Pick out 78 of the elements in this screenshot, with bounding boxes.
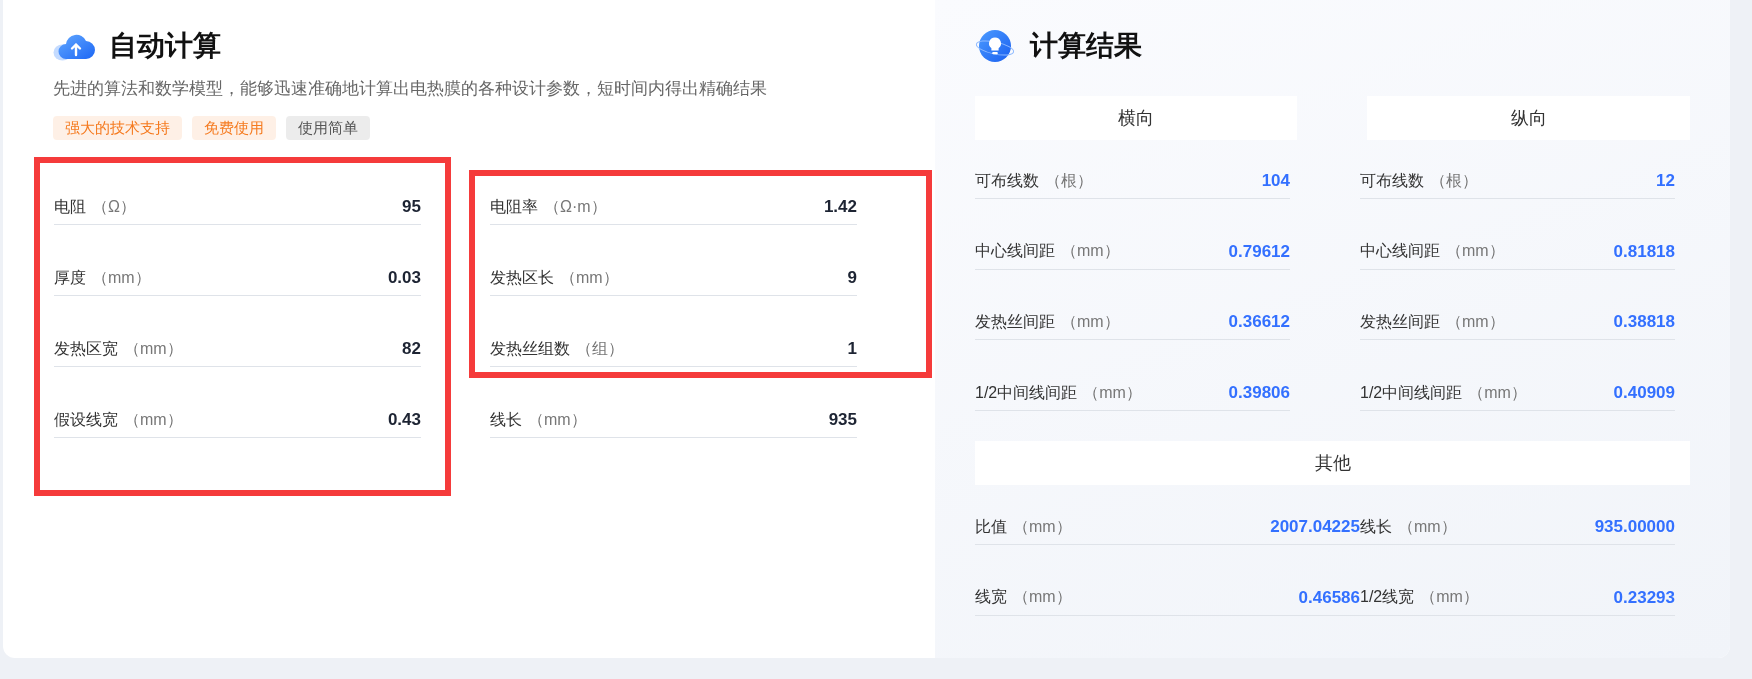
result-label: 可布线数: [1360, 170, 1424, 191]
result-label: 发热丝间距: [1360, 311, 1440, 332]
feature-tag: 强大的技术支持: [53, 116, 182, 140]
unit-label: （Ω·m）: [544, 196, 607, 217]
field-value: 9: [847, 268, 857, 288]
input-field[interactable]: 厚度 （mm） 0.03: [54, 267, 421, 296]
result-label: 可布线数: [975, 170, 1039, 191]
unit-label: （根）: [1430, 170, 1478, 191]
feature-tag: 使用简单: [286, 116, 370, 140]
unit-label: （Ω）: [92, 196, 136, 217]
description-text: 先进的算法和数学模型，能够迅速准确地计算出电热膜的各种设计参数，短时间内得出精确结果: [53, 78, 768, 100]
input-field[interactable]: 电阻 （Ω） 95: [54, 196, 421, 225]
result-label: 1/2中间线间距: [975, 382, 1078, 403]
unit-label: （mm）: [1446, 241, 1505, 262]
field-label: 发热丝组数: [490, 338, 570, 359]
field-label: 电阻: [54, 196, 86, 217]
result-value: 0.23293: [1613, 587, 1675, 608]
unit-label: （mm）: [92, 267, 151, 288]
unit-label: （mm）: [1013, 516, 1072, 537]
unit-label: （mm）: [1013, 587, 1072, 608]
result-value: 12: [1656, 171, 1675, 191]
field-value: 0.03: [387, 268, 421, 288]
input-field[interactable]: 发热丝组数 （组） 1: [490, 338, 857, 367]
field-label: 发热区宽: [54, 338, 118, 359]
result-value: 0.40909: [1613, 383, 1675, 404]
input-field[interactable]: 发热区长 （mm） 9: [490, 267, 857, 296]
unit-label: （mm）: [1420, 587, 1479, 608]
result-label: 中心线间距: [1360, 241, 1440, 262]
field-value: 935: [828, 410, 857, 430]
result-label: 中心线间距: [975, 241, 1055, 262]
input-field[interactable]: 线长 （mm） 935: [490, 409, 857, 438]
result-value: 0.39806: [1228, 383, 1290, 404]
result-value: 0.38818: [1613, 312, 1675, 333]
column-heading: 横向: [975, 96, 1297, 140]
input-field[interactable]: 电阻率 （Ω·m） 1.42: [490, 196, 857, 225]
field-value: 1: [847, 339, 857, 359]
field-label: 线长: [490, 409, 522, 430]
unit-label: （mm）: [1468, 382, 1527, 403]
field-value: 82: [402, 339, 421, 359]
unit-label: （mm）: [1398, 516, 1457, 537]
section-heading: 其他: [975, 441, 1690, 486]
field-value: 95: [402, 197, 421, 217]
unit-label: （mm）: [1083, 382, 1142, 403]
field-label: 电阻率: [490, 196, 538, 217]
field-value: 1.42: [823, 197, 857, 217]
section-title: 自动计算: [109, 29, 221, 63]
result-value: 0.46586: [1298, 587, 1360, 608]
unit-label: （根）: [1045, 170, 1093, 191]
result-value: 104: [1261, 171, 1290, 191]
field-label: 发热区长: [490, 267, 554, 288]
unit-label: （mm）: [124, 338, 183, 359]
result-value: 935.00000: [1594, 517, 1675, 538]
unit-label: （mm）: [528, 409, 587, 430]
result-value: 0.79612: [1228, 241, 1290, 262]
result-label: 线长: [1360, 516, 1392, 537]
unit-label: （mm）: [1061, 241, 1120, 262]
unit-label: （mm）: [1061, 311, 1120, 332]
result-label: 1/2中间线间距: [1360, 382, 1463, 403]
unit-label: （mm）: [124, 409, 183, 430]
result-value: 0.36612: [1228, 312, 1290, 333]
feature-tag: 免费使用: [192, 116, 276, 140]
section-title: 计算结果: [1030, 29, 1142, 63]
unit-label: （组）: [576, 338, 624, 359]
field-value: 0.43: [387, 410, 421, 430]
field-label: 厚度: [54, 267, 86, 288]
result-value: 0.81818: [1613, 241, 1675, 262]
result-label: 线宽: [975, 587, 1007, 608]
result-label: 比值: [975, 516, 1007, 537]
result-value: 2007.04225: [1270, 517, 1360, 538]
lightbulb-icon: [975, 28, 1015, 64]
result-label: 1/2线宽: [1360, 587, 1415, 608]
unit-label: （mm）: [1446, 311, 1505, 332]
result-label: 发热丝间距: [975, 311, 1055, 332]
column-heading: 纵向: [1367, 96, 1690, 140]
input-field[interactable]: 假设线宽 （mm） 0.43: [54, 409, 421, 438]
field-label: 假设线宽: [54, 409, 118, 430]
input-field[interactable]: 发热区宽 （mm） 82: [54, 338, 421, 367]
unit-label: （mm）: [560, 267, 619, 288]
